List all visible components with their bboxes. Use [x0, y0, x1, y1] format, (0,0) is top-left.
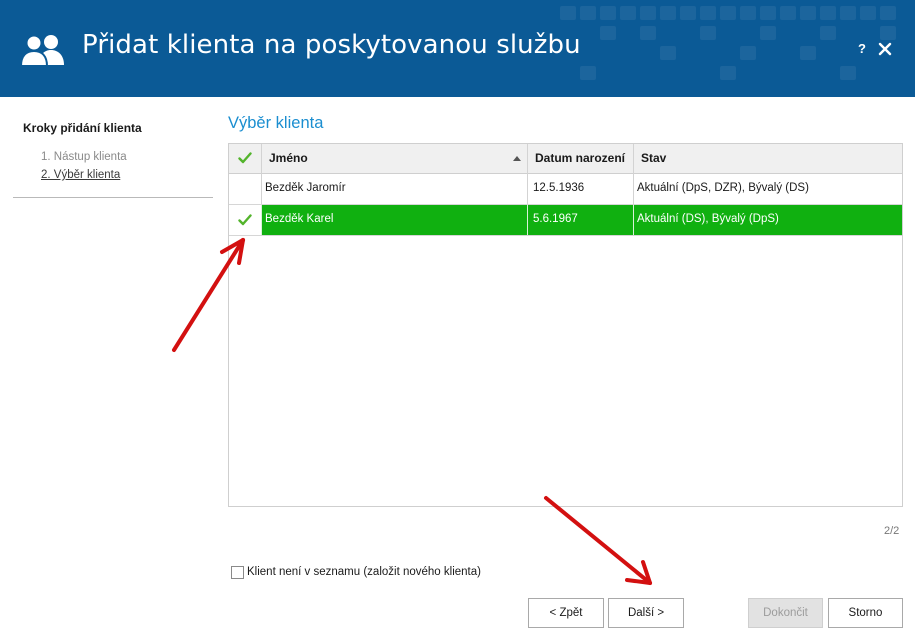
- sidebar-divider: [13, 197, 213, 198]
- table-row[interactable]: Bezděk Jaromír 12.5.1936 Aktuální (DpS, …: [229, 174, 902, 205]
- new-client-label[interactable]: Klient není v seznamu (založit nového kl…: [247, 566, 481, 578]
- cancel-button[interactable]: Storno: [828, 598, 903, 628]
- table-header: Jméno Datum narození Stav: [229, 144, 902, 174]
- column-separator: [527, 205, 528, 235]
- cell-status: Aktuální (DS), Bývalý (DpS): [637, 213, 779, 225]
- column-separator: [261, 174, 262, 204]
- next-button[interactable]: Další >: [608, 598, 684, 628]
- dialog-window: Přidat klienta na poskytovanou službu ? …: [0, 0, 915, 638]
- row-check-cell[interactable]: [229, 174, 261, 204]
- column-separator: [527, 174, 528, 204]
- column-header-name[interactable]: Jméno: [269, 151, 308, 165]
- close-icon[interactable]: [877, 41, 893, 57]
- cell-birth-date: 5.6.1967: [533, 213, 578, 225]
- row-check-cell[interactable]: [229, 205, 261, 235]
- column-separator: [527, 144, 528, 174]
- cell-status: Aktuální (DpS, DZR), Bývalý (DS): [637, 182, 809, 194]
- table-row-selected[interactable]: Bezděk Karel 5.6.1967 Aktuální (DS), Býv…: [229, 205, 902, 236]
- page-count: 2/2: [884, 525, 900, 537]
- sidebar-title: Kroky přidání klienta: [23, 121, 142, 135]
- sort-ascending-icon: [513, 156, 521, 161]
- column-separator: [261, 144, 262, 174]
- column-separator: [633, 174, 634, 204]
- column-separator: [633, 144, 634, 174]
- checkbox-box[interactable]: [231, 566, 244, 579]
- column-separator: [633, 205, 634, 235]
- dialog-header: Přidat klienta na poskytovanou službu ?: [0, 0, 915, 97]
- cell-name: Bezděk Karel: [265, 213, 334, 225]
- column-header-birth-date[interactable]: Datum narození: [535, 151, 625, 165]
- cell-birth-date: 12.5.1936: [533, 182, 585, 194]
- column-header-status[interactable]: Stav: [641, 151, 666, 165]
- sidebar-step-client-selection[interactable]: 2. Výběr klienta: [41, 169, 120, 181]
- help-button[interactable]: ?: [856, 41, 868, 57]
- dialog-title: Přidat klienta na poskytovanou službu: [82, 30, 581, 60]
- sidebar-step-arrival[interactable]: 1. Nástup klienta: [41, 151, 127, 163]
- finish-button[interactable]: Dokončit: [748, 598, 823, 628]
- checkmark-icon: [238, 214, 252, 226]
- users-icon: [20, 34, 64, 67]
- check-all-icon[interactable]: [238, 151, 252, 165]
- section-title: Výběr klienta: [228, 114, 324, 132]
- column-separator: [261, 205, 262, 235]
- back-button[interactable]: < Zpět: [528, 598, 604, 628]
- client-table: Jméno Datum narození Stav Bezděk Jaromír…: [228, 143, 903, 507]
- annotation-arrow-next: [544, 496, 652, 585]
- cell-name: Bezděk Jaromír: [265, 182, 346, 194]
